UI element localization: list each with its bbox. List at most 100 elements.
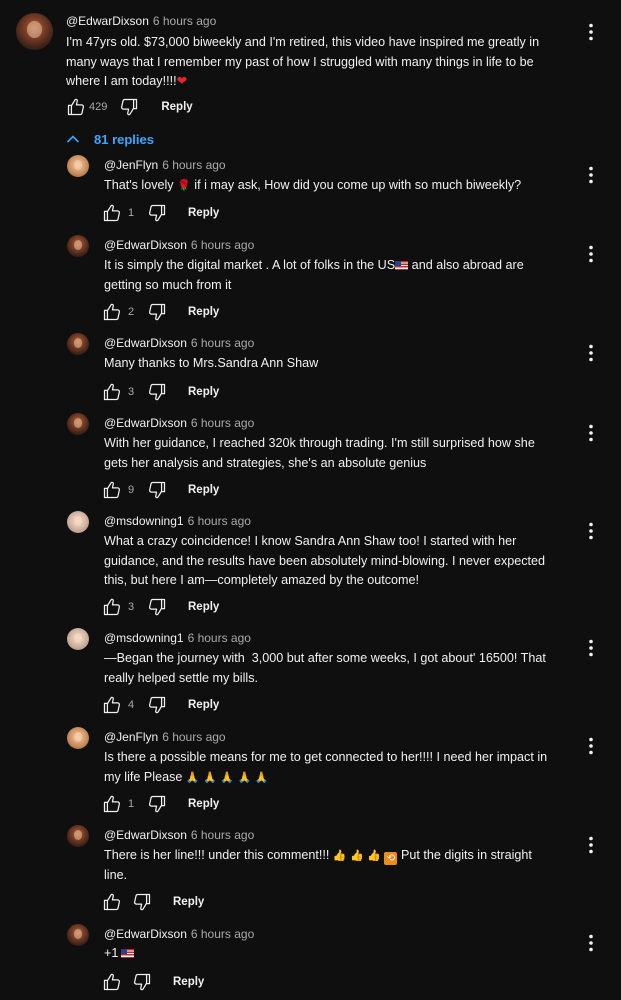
thumbs-down-icon[interactable] (147, 203, 167, 223)
reply-button[interactable]: Reply (188, 798, 219, 810)
comment-text-line: gets her analysis and strategies, she's … (104, 455, 427, 470)
like-count: 429 (89, 101, 108, 113)
comment-author[interactable]: @msdowning1 (104, 514, 184, 528)
reply-button[interactable]: Reply (173, 896, 204, 908)
edwardixson-avatar[interactable] (67, 413, 89, 435)
reply-button[interactable]: Reply (188, 306, 219, 318)
comment-author[interactable]: @EdwarDixson (104, 336, 187, 350)
comment-time[interactable]: 6 hours ago (188, 514, 251, 528)
comment-text: Is there a possible means for me to get … (104, 748, 554, 787)
thumbs-down-icon[interactable] (147, 794, 167, 814)
comment-actions: 429 Reply (66, 97, 193, 117)
comment-text-line: guidance, and the results have been abso… (104, 553, 546, 568)
jenflyn-avatar[interactable] (67, 155, 89, 177)
comment-author[interactable]: @EdwarDixson (66, 14, 149, 28)
thumbs-up-icon[interactable] (102, 695, 122, 715)
reply-button[interactable]: Reply (188, 699, 219, 711)
edwardixson-avatar[interactable] (67, 825, 89, 847)
comment-author[interactable]: @JenFlyn (104, 158, 158, 172)
thumbs-up-icon[interactable] (102, 892, 122, 912)
thumbs-up-icon[interactable] (102, 794, 122, 814)
reply-button[interactable]: Reply (188, 484, 219, 496)
comment-text-line: That's lovely 🌹 if i may ask, How did yo… (104, 178, 522, 192)
thumbs-up-icon[interactable] (102, 972, 122, 992)
comment-text-line: my life Please 🙏 🙏 🙏 🙏 🙏 (104, 769, 269, 784)
comment-text-line: really helped settle my bills. (104, 670, 258, 685)
jenflyn-avatar[interactable] (67, 727, 89, 749)
comment-text-line: Is there a possible means for me to get … (104, 750, 548, 764)
more-vertical-icon[interactable] (588, 424, 594, 442)
comment-author[interactable]: @EdwarDixson (104, 416, 187, 430)
edwardixson-avatar[interactable] (67, 235, 89, 257)
thumbs-down-icon[interactable] (147, 302, 167, 322)
like-count: 3 (128, 601, 135, 613)
comment-author[interactable]: @EdwarDixson (104, 927, 187, 941)
reply-button[interactable]: Reply (188, 601, 219, 613)
thumbs-down-icon[interactable] (132, 972, 152, 992)
praying-hands-emoji: 🙏 🙏 🙏 🙏 🙏 (185, 770, 269, 784)
msdowning1-avatar[interactable] (67, 628, 89, 650)
replies-toggle-button[interactable]: 81 replies (66, 129, 154, 149)
more-vertical-icon[interactable] (588, 639, 594, 657)
comment-header: @EdwarDixson 6 hours ago (104, 827, 254, 843)
thumbs-up-icon[interactable] (102, 480, 122, 500)
comment-text-line: What a crazy coincidence! I know Sandra … (104, 534, 517, 548)
comment-text-line: line. (104, 867, 128, 882)
thumbs-down-icon[interactable] (147, 597, 167, 617)
edwardixson-avatar[interactable] (16, 13, 53, 50)
comment-text-line: I'm 47yrs old. $73,000 biweekly and I'm … (66, 35, 540, 49)
comment-author[interactable]: @JenFlyn (104, 730, 158, 744)
comment-text-line: this, but here I am—completely amazed by… (104, 573, 419, 588)
like-count: 2 (128, 306, 135, 318)
thumbs-down-icon[interactable] (147, 695, 167, 715)
comment-time[interactable]: 6 hours ago (162, 158, 225, 172)
thumbs-up-icon[interactable] (102, 382, 122, 402)
comment-author[interactable]: @EdwarDixson (104, 238, 187, 252)
thumbs-up-icon[interactable] (102, 203, 122, 223)
comment-text: That's lovely 🌹 if i may ask, How did yo… (104, 176, 554, 196)
thumbs-up-emoji: 👍 👍 👍 (332, 849, 381, 862)
more-vertical-icon[interactable] (588, 836, 594, 854)
more-vertical-icon[interactable] (588, 245, 594, 263)
thumbs-up-icon[interactable] (102, 302, 122, 322)
thumbs-up-icon[interactable] (102, 597, 122, 617)
comment-time[interactable]: 6 hours ago (191, 336, 254, 350)
reply-button[interactable]: Reply (188, 386, 219, 398)
more-vertical-icon[interactable] (588, 344, 594, 362)
comment-time[interactable]: 6 hours ago (153, 14, 216, 28)
comment-thread: @EdwarDixson 6 hours ago I'm 47yrs old. $… (0, 0, 621, 1000)
thumbs-up-icon[interactable] (66, 97, 86, 117)
comment-time[interactable]: 6 hours ago (191, 416, 254, 430)
more-vertical-icon[interactable] (588, 737, 594, 755)
reply-button[interactable]: Reply (188, 207, 219, 219)
comment-time[interactable]: 6 hours ago (188, 631, 251, 645)
comment-text-line: Many thanks to Mrs.Sandra Ann Shaw (104, 356, 319, 370)
thumbs-down-icon[interactable] (147, 382, 167, 402)
comment-time[interactable]: 6 hours ago (191, 828, 254, 842)
comment-author[interactable]: @EdwarDixson (104, 828, 187, 842)
thumbs-down-icon[interactable] (132, 892, 152, 912)
comment-text: I'm 47yrs old. $73,000 biweekly and I'm … (66, 33, 566, 92)
reply-button[interactable]: Reply (161, 101, 192, 113)
comment-actions: Reply (102, 892, 204, 912)
comment-header: @EdwarDixson 6 hours ago (104, 926, 254, 942)
comment-time[interactable]: 6 hours ago (191, 927, 254, 941)
edwardixson-avatar[interactable] (67, 333, 89, 355)
comment-text: With her guidance, I reached 320k throug… (104, 434, 554, 473)
comment-header: @EdwarDixson 6 hours ago (104, 335, 254, 351)
comment-time[interactable]: 6 hours ago (191, 238, 254, 252)
more-vertical-icon[interactable] (588, 23, 594, 41)
thumbs-down-icon[interactable] (119, 97, 139, 117)
comment-header: @EdwarDixson 6 hours ago (104, 237, 254, 253)
reply-button[interactable]: Reply (173, 976, 204, 988)
comment-time[interactable]: 6 hours ago (162, 730, 225, 744)
more-vertical-icon[interactable] (588, 166, 594, 184)
us-flag-emoji (121, 949, 135, 958)
thumbs-down-icon[interactable] (147, 480, 167, 500)
msdowning1-avatar[interactable] (67, 511, 89, 533)
comment-author[interactable]: @msdowning1 (104, 631, 184, 645)
more-vertical-icon[interactable] (588, 934, 594, 952)
more-vertical-icon[interactable] (588, 522, 594, 540)
replies-count-label: 81 replies (94, 131, 154, 147)
edwardixson-avatar[interactable] (67, 924, 89, 946)
